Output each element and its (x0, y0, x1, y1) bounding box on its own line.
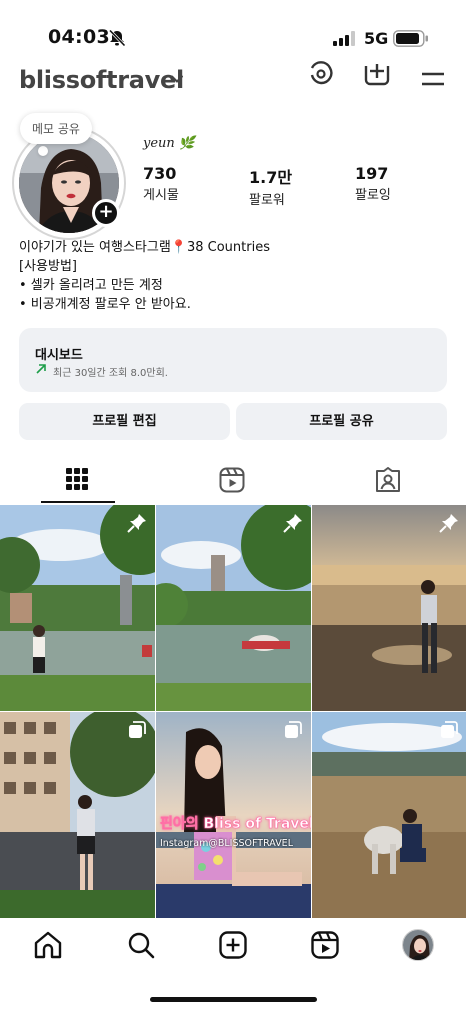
post-thumbnail[interactable] (0, 712, 155, 918)
home-indicator (150, 997, 317, 1002)
tab-posts-grid[interactable] (0, 458, 155, 504)
stat-label: 팔로잉 (355, 188, 391, 203)
post-thumbnail[interactable]: 핀아의 Bliss of Travel Instagram@BLISSOFTRA… (156, 712, 311, 918)
add-story-button[interactable]: + (92, 199, 120, 227)
dashboard-title: 대시보드 (35, 348, 83, 363)
avatar-photo (403, 930, 433, 960)
post-overlay-title: 핀아의 Bliss of Travel (160, 816, 311, 833)
chevron-down-icon[interactable] (170, 72, 184, 86)
posts-grid: 핀아의 Bliss of Travel Instagram@BLISSOFTRA… (0, 505, 466, 918)
post-photo (0, 505, 155, 711)
pin-icon (439, 514, 458, 533)
bio-line: 이야기가 있는 여행스타그램📍38 Countries (19, 240, 270, 255)
tagged-icon (376, 467, 400, 492)
stat-value: 730 (143, 164, 177, 183)
tab-tagged[interactable] (311, 458, 466, 504)
bell-muted-icon (108, 29, 126, 47)
post-photo (312, 505, 466, 711)
bottom-nav (0, 918, 466, 974)
carousel-icon (441, 721, 458, 738)
profile-avatar[interactable] (402, 929, 434, 961)
pin-icon (283, 514, 302, 533)
post-photo (312, 712, 466, 918)
reels-icon[interactable] (310, 930, 340, 960)
menu-icon[interactable] (420, 64, 446, 90)
active-tab-indicator (41, 501, 115, 503)
create-icon[interactable] (218, 930, 248, 960)
bio-line: • 셀카 올리려고 만든 계정 (19, 278, 163, 293)
dashboard-subtitle: 최근 30일간 조회 8.0만회. (53, 368, 168, 379)
carousel-icon (285, 721, 302, 738)
post-thumbnail[interactable] (312, 505, 466, 711)
share-profile-button[interactable]: 프로필 공유 (236, 403, 447, 440)
post-overlay-subtitle: Instagram@BLISSOFTRAVEL (160, 838, 293, 849)
stat-value: 197 (355, 164, 389, 183)
bio-line: [사용방법] (19, 259, 77, 274)
edit-profile-button[interactable]: 프로필 편집 (19, 403, 230, 440)
threads-icon[interactable] (308, 60, 334, 86)
post-photo (0, 712, 155, 918)
profile-tabs (0, 458, 466, 504)
following-stat[interactable]: 197 팔로잉 (355, 164, 391, 203)
stat-label: 팔로워 (249, 193, 285, 208)
status-time: 04:03 (48, 26, 110, 48)
post-thumbnail[interactable] (312, 712, 466, 918)
bio-line: • 비공개계정 팔로우 안 받아요. (19, 297, 191, 312)
profile-bio: 이야기가 있는 여행스타그램📍38 Countries [사용방법] • 셀카 … (19, 238, 270, 314)
username-switcher[interactable]: blissoftravel (19, 66, 184, 94)
stat-label: 게시물 (143, 188, 179, 203)
note-bubble-tail (38, 146, 48, 156)
followers-stat[interactable]: 1.7만 팔로워 (249, 164, 292, 208)
pin-icon (127, 514, 146, 533)
post-thumbnail[interactable] (0, 505, 155, 711)
signal-icon (333, 31, 355, 46)
trend-up-icon (36, 364, 46, 374)
reels-icon (219, 467, 245, 493)
display-name: yeun 🌿 (143, 136, 196, 151)
stat-value: 1.7만 (249, 168, 293, 187)
dashboard-card[interactable]: 대시보드 최근 30일간 조회 8.0만회. (19, 328, 447, 392)
search-icon[interactable] (126, 930, 156, 960)
post-thumbnail[interactable] (156, 505, 311, 711)
grid-icon (66, 468, 88, 490)
home-icon[interactable] (33, 930, 63, 960)
network-type: 5G (364, 29, 389, 48)
posts-stat[interactable]: 730 게시물 (143, 164, 179, 203)
battery-icon (393, 30, 428, 47)
carousel-icon (129, 721, 146, 738)
profile-header: blissoftravel (0, 60, 466, 100)
create-icon[interactable] (364, 60, 390, 86)
share-note-bubble[interactable]: 메모 공유 (20, 113, 92, 144)
post-photo (156, 505, 311, 711)
tab-reels[interactable] (155, 458, 310, 504)
